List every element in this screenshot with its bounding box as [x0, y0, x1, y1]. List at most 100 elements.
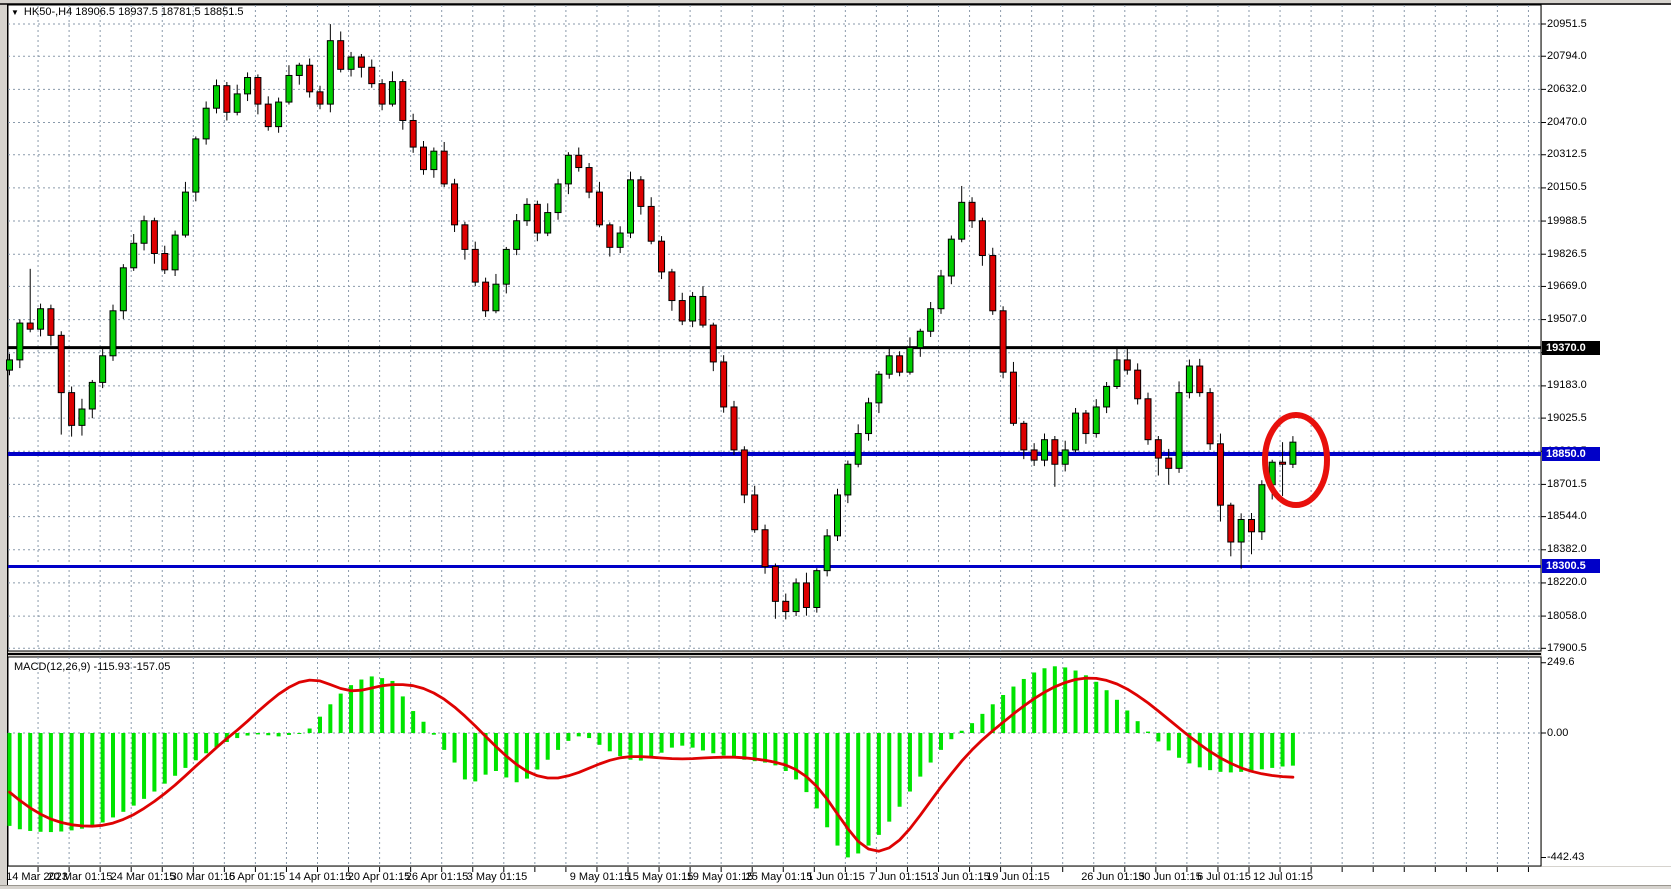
macd-histogram-bar: [142, 733, 147, 799]
time-tick-label: 15 May 01:15: [626, 871, 694, 883]
bearish-candle: [378, 83, 386, 105]
macd-histogram-bar: [680, 733, 685, 746]
bullish-candle: [88, 381, 96, 410]
bearish-candle: [409, 119, 417, 148]
bearish-candle: [782, 600, 790, 613]
bearish-candle: [595, 191, 603, 226]
bullish-candle: [958, 201, 966, 240]
bullish-candle: [347, 56, 355, 70]
macd-histogram-bar: [866, 733, 871, 846]
bullish-candle: [1092, 406, 1100, 435]
macd-histogram-bar: [607, 733, 612, 752]
macd-histogram-bar: [907, 733, 912, 792]
price-tick-label: 20312.5: [1547, 148, 1587, 161]
bearish-candle: [751, 494, 759, 531]
macd-histogram-bar: [597, 733, 602, 745]
macd-histogram-bar: [442, 733, 447, 750]
macd-histogram-bar: [1011, 686, 1016, 733]
macd-histogram-bar: [276, 733, 281, 737]
bearish-candle: [440, 150, 448, 185]
bearish-candle: [420, 146, 427, 171]
price-tick-label: 20951.5: [1547, 17, 1587, 30]
macd-histogram-bar: [204, 733, 209, 754]
macd-histogram-bar: [162, 733, 167, 784]
time-tick-label: 24 Mar 01:15: [110, 871, 176, 883]
macd-histogram-bar: [59, 733, 64, 832]
macd-histogram-bar: [918, 733, 923, 777]
macd-histogram-bar: [690, 733, 695, 748]
macd-histogram-bar: [1177, 733, 1182, 758]
chart-window: ▼ HK50-,H4 18906.5 18937.5 18781.5 18851…: [0, 0, 1671, 889]
macd-histogram-bar: [876, 733, 881, 835]
macd-histogram-bar: [411, 711, 416, 733]
bearish-candle: [357, 56, 365, 68]
bearish-candle: [999, 310, 1007, 373]
price-tick-label: 20794.0: [1547, 49, 1587, 62]
macd-histogram-bar: [1032, 672, 1037, 733]
macd-histogram-bar: [183, 733, 188, 768]
bullish-candle: [823, 535, 831, 572]
macd-histogram-bar: [794, 733, 799, 780]
macd-histogram-bar: [1083, 675, 1088, 733]
macd-histogram-bar: [1156, 733, 1161, 742]
price-tick-label: 18544.0: [1547, 510, 1587, 523]
bearish-candle: [606, 224, 614, 248]
bearish-candle: [989, 255, 997, 312]
bullish-candle: [513, 220, 521, 250]
time-tick-label: 13 Jun 01:15: [926, 871, 990, 883]
bullish-candle: [927, 308, 935, 332]
time-tick-label: 1 Jun 01:15: [807, 871, 865, 883]
bearish-candle: [150, 220, 158, 254]
macd-histogram-bar: [1218, 733, 1223, 772]
macd-histogram-bar: [711, 733, 716, 754]
bullish-candle: [627, 179, 634, 234]
macd-histogram-bar: [462, 733, 467, 780]
price-tick-label: 19025.5: [1547, 411, 1587, 424]
bearish-candle: [1165, 457, 1173, 469]
bullish-candle: [1258, 484, 1266, 533]
macd-histogram-bar: [659, 733, 664, 753]
price-tick-label: 20470.0: [1547, 116, 1587, 129]
macd-histogram-bar: [928, 733, 933, 763]
price-tick-label: 18058.0: [1547, 609, 1587, 622]
bearish-candle: [316, 91, 324, 105]
macd-histogram-bar: [452, 733, 457, 763]
macd-histogram-bar: [349, 685, 354, 733]
macd-histogram-bar: [514, 733, 519, 783]
time-tick-label: 6 Jul 01:15: [1197, 871, 1251, 883]
macd-histogram-bar: [732, 733, 736, 758]
bullish-candle: [192, 138, 200, 193]
macd-histogram-bar: [576, 733, 581, 737]
price-tick-label: 20150.5: [1547, 181, 1587, 194]
price-line-label: 18850.0: [1542, 447, 1600, 462]
macd-histogram-bar: [1135, 721, 1140, 733]
time-tick-label: 25 May 01:15: [745, 871, 813, 883]
bearish-candle: [1206, 392, 1214, 445]
bullish-candle: [295, 64, 303, 76]
bearish-candle: [647, 205, 655, 242]
bullish-candle: [6, 359, 13, 371]
bullish-candle: [1103, 385, 1111, 408]
macd-histogram-bar: [845, 733, 850, 858]
bearish-candle: [1216, 443, 1224, 506]
macd-histogram-bar: [1280, 733, 1285, 767]
macd-histogram-bar: [721, 733, 726, 756]
macd-histogram-bar: [473, 733, 478, 782]
macd-histogram-bar: [38, 733, 43, 832]
bullish-candle: [937, 275, 945, 310]
bullish-candle: [244, 77, 252, 95]
bullish-candle: [1072, 412, 1080, 451]
price-tick-label: 17900.5: [1547, 641, 1587, 654]
macd-histogram-bar: [1063, 667, 1068, 733]
bearish-candle: [771, 566, 779, 602]
macd-tick-label: 0.00: [1547, 726, 1569, 739]
bullish-candle: [916, 330, 924, 349]
price-tick-label: 19669.0: [1547, 279, 1587, 292]
chart-canvas[interactable]: [0, 0, 1671, 889]
bullish-candle: [99, 355, 107, 383]
bearish-candle: [761, 529, 769, 568]
price-line-label: 18300.5: [1542, 559, 1600, 574]
bearish-candle: [533, 203, 541, 234]
macd-histogram-bar: [763, 733, 768, 763]
macd-histogram-bar: [152, 733, 157, 792]
